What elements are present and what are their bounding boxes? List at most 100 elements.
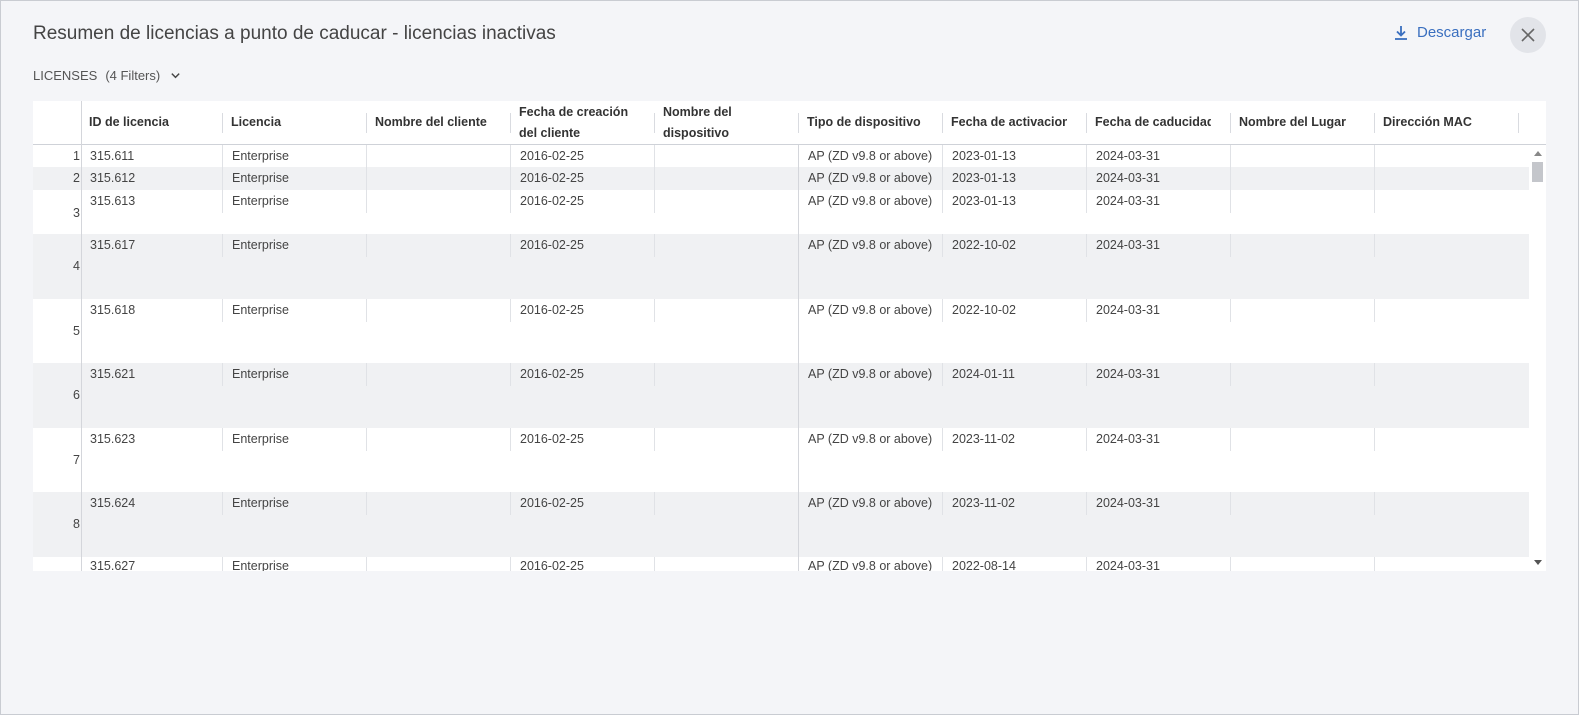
- license-id-cell: 315.612: [90, 171, 136, 185]
- download-label: Descargar: [1417, 24, 1487, 41]
- created-cell: 2016-02-25: [520, 238, 584, 252]
- row-number: 8: [73, 517, 80, 531]
- device-type-cell: AP (ZD v9.8 or above): [808, 149, 933, 163]
- device-type-cell: AP (ZD v9.8 or above): [808, 559, 933, 571]
- table-row[interactable]: 3 315.613 Enterprise 2016-02-25 AP (ZD v…: [33, 190, 1529, 234]
- scroll-up-icon[interactable]: [1534, 151, 1542, 156]
- expiration-cell: 2024-03-31: [1096, 496, 1160, 510]
- table-row[interactable]: 8 315.624 Enterprise 2016-02-25 AP (ZD v…: [33, 492, 1529, 557]
- license-cell: Enterprise: [232, 194, 289, 208]
- license-id-cell: 315.623: [90, 432, 136, 446]
- activation-cell: 2022-10-02: [952, 238, 1016, 252]
- close-icon: [1521, 28, 1535, 42]
- chevron-down-icon: [171, 73, 180, 79]
- license-cell: Enterprise: [232, 559, 289, 571]
- column-header-activation-date[interactable]: Fecha de activacion: [943, 101, 1067, 144]
- activation-cell: 2023-11-02: [952, 432, 1016, 446]
- device-type-cell: AP (ZD v9.8 or above): [808, 367, 933, 381]
- device-type-cell: AP (ZD v9.8 or above): [808, 194, 933, 208]
- activation-cell: 2023-11-02: [952, 496, 1016, 510]
- column-header-license[interactable]: Licencia: [223, 101, 367, 144]
- download-icon: [1395, 25, 1407, 40]
- row-number: 3: [73, 206, 80, 220]
- download-button[interactable]: Descargar: [1393, 24, 1486, 41]
- license-cell: Enterprise: [232, 303, 289, 317]
- modal-title: Resumen de licencias a punto de caducar …: [33, 23, 556, 44]
- expiration-cell: 2024-03-31: [1096, 194, 1160, 208]
- created-cell: 2016-02-25: [520, 149, 584, 163]
- expiration-cell: 2024-03-31: [1096, 303, 1160, 317]
- table-row[interactable]: 6 315.621 Enterprise 2016-02-25 AP (ZD v…: [33, 363, 1529, 428]
- row-number: 2: [73, 171, 80, 185]
- license-id-cell: 315.618: [90, 303, 136, 317]
- license-cell: Enterprise: [232, 149, 289, 163]
- created-cell: 2016-02-25: [520, 559, 584, 571]
- created-cell: 2016-02-25: [520, 171, 584, 185]
- license-id-cell: 315.617: [90, 238, 136, 252]
- license-cell: Enterprise: [232, 496, 289, 510]
- created-cell: 2016-02-25: [520, 432, 584, 446]
- row-number-divider: [81, 101, 82, 571]
- activation-cell: 2023-01-13: [952, 194, 1016, 208]
- table-row[interactable]: 4 315.617 Enterprise 2016-02-25 AP (ZD v…: [33, 234, 1529, 299]
- license-cell: Enterprise: [232, 367, 289, 381]
- license-cell: Enterprise: [232, 432, 289, 446]
- created-cell: 2016-02-25: [520, 367, 584, 381]
- license-id-cell: 315.611: [90, 149, 135, 163]
- table-body: 1 315.611 Enterprise 2016-02-25 AP (ZD v…: [33, 145, 1529, 571]
- device-type-cell: AP (ZD v9.8 or above): [808, 303, 933, 317]
- column-header-device-name[interactable]: Nombre del dispositivo: [655, 101, 799, 144]
- close-button[interactable]: [1510, 17, 1546, 53]
- scrollbar-thumb[interactable]: [1532, 162, 1543, 182]
- activation-cell: 2023-01-13: [952, 149, 1016, 163]
- activation-cell: 2024-01-11: [952, 367, 1016, 381]
- license-id-cell: 315.613: [90, 194, 136, 208]
- license-cell: Enterprise: [232, 238, 289, 252]
- device-type-cell: AP (ZD v9.8 or above): [808, 238, 933, 252]
- device-type-cell: AP (ZD v9.8 or above): [808, 496, 933, 510]
- expiration-cell: 2024-03-31: [1096, 432, 1160, 446]
- created-cell: 2016-02-25: [520, 194, 584, 208]
- row-number: 1: [73, 149, 80, 163]
- column-header-customer-created[interactable]: Fecha de creación del cliente: [511, 101, 641, 144]
- created-cell: 2016-02-25: [520, 496, 584, 510]
- expiration-cell: 2024-03-31: [1096, 238, 1160, 252]
- column-header-device-type[interactable]: Tipo de dispositivo: [799, 101, 943, 144]
- license-id-cell: 315.627: [90, 559, 136, 571]
- license-cell: Enterprise: [232, 171, 289, 185]
- activation-cell: 2022-08-14: [952, 559, 1016, 571]
- table-row[interactable]: 5 315.618 Enterprise 2016-02-25 AP (ZD v…: [33, 299, 1529, 363]
- filter-count: (4 Filters): [105, 68, 161, 83]
- row-number: 6: [73, 388, 80, 402]
- filter-label: LICENSES: [33, 68, 98, 83]
- scroll-down-icon[interactable]: [1534, 560, 1542, 565]
- table-header: ID de licencia Licencia Nombre del clien…: [33, 101, 1546, 145]
- expiration-cell: 2024-03-31: [1096, 171, 1160, 185]
- device-type-cell: AP (ZD v9.8 or above): [808, 171, 933, 185]
- column-header-site-name[interactable]: Nombre del Lugar: [1231, 101, 1375, 144]
- table-row[interactable]: 2 315.612 Enterprise 2016-02-25 AP (ZD v…: [33, 167, 1529, 190]
- device-type-cell: AP (ZD v9.8 or above): [808, 432, 933, 446]
- column-header-license-id[interactable]: ID de licencia: [81, 101, 223, 144]
- license-summary-modal: Resumen de licencias a punto de caducar …: [0, 0, 1579, 715]
- row-number: 7: [73, 453, 80, 467]
- activation-cell: 2023-01-13: [952, 171, 1016, 185]
- frozen-column-divider: [798, 145, 799, 571]
- table-row[interactable]: 1 315.611 Enterprise 2016-02-25 AP (ZD v…: [33, 145, 1529, 168]
- column-header-mac-address[interactable]: Dirección MAC: [1375, 101, 1519, 144]
- table-row[interactable]: 7 315.623 Enterprise 2016-02-25 AP (ZD v…: [33, 428, 1529, 492]
- column-header-expiration-date[interactable]: Fecha de caducidad: [1087, 101, 1211, 144]
- vertical-scrollbar[interactable]: [1529, 145, 1546, 571]
- license-id-cell: 315.621: [90, 367, 136, 381]
- row-number: 5: [73, 324, 80, 338]
- created-cell: 2016-02-25: [520, 303, 584, 317]
- license-table: ID de licencia Licencia Nombre del clien…: [33, 101, 1546, 571]
- filter-toggle[interactable]: LICENSES (4 Filters): [33, 68, 181, 83]
- activation-cell: 2022-10-02: [952, 303, 1016, 317]
- expiration-cell: 2024-03-31: [1096, 367, 1160, 381]
- row-number: 4: [73, 259, 80, 273]
- column-header-customer-name[interactable]: Nombre del cliente: [367, 101, 511, 144]
- expiration-cell: 2024-03-31: [1096, 559, 1160, 571]
- expiration-cell: 2024-03-31: [1096, 149, 1160, 163]
- table-row[interactable]: 9 315.627 Enterprise 2016-02-25 AP (ZD v…: [33, 557, 1529, 571]
